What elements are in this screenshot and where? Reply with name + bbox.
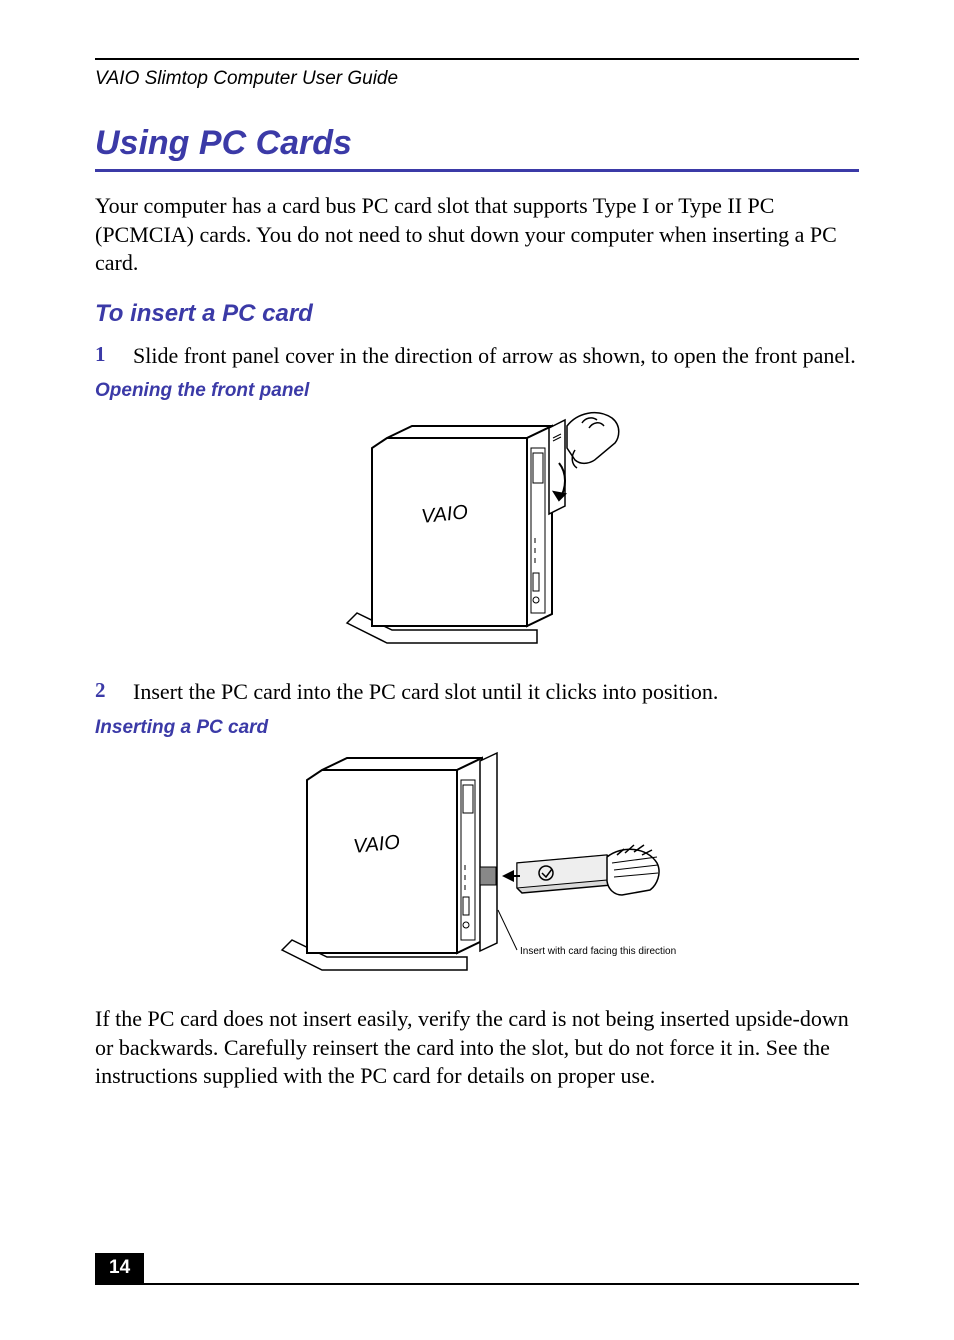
figure-2-label: Insert with card facing this direction (520, 946, 676, 957)
intro-paragraph: Your computer has a card bus PC card slo… (95, 192, 859, 278)
figure-opening-panel: VAIO (95, 408, 859, 658)
header-rule (95, 58, 859, 60)
page-title: Using PC Cards (95, 124, 859, 163)
subheading-insert: To insert a PC card (95, 300, 859, 328)
step-number: 2 (95, 678, 133, 707)
running-head: VAIO Slimtop Computer User Guide (95, 68, 859, 90)
step-text: Slide front panel cover in the direction… (133, 342, 856, 371)
step-text: Insert the PC card into the PC card slot… (133, 678, 718, 707)
step-1: 1 Slide front panel cover in the directi… (95, 342, 859, 371)
note-paragraph: If the PC card does not insert easily, v… (95, 1005, 859, 1091)
page-footer: 14 (95, 1253, 859, 1285)
title-rule (95, 169, 859, 172)
figure-inserting-card: VAIO Insert with card facing this direct… (95, 745, 859, 985)
step-number: 1 (95, 342, 133, 371)
figure-caption-1: Opening the front panel (95, 380, 859, 402)
step-2: 2 Insert the PC card into the PC card sl… (95, 678, 859, 707)
footer-rule (95, 1283, 859, 1285)
figure-caption-2: Inserting a PC card (95, 717, 859, 739)
page-number: 14 (95, 1253, 144, 1283)
